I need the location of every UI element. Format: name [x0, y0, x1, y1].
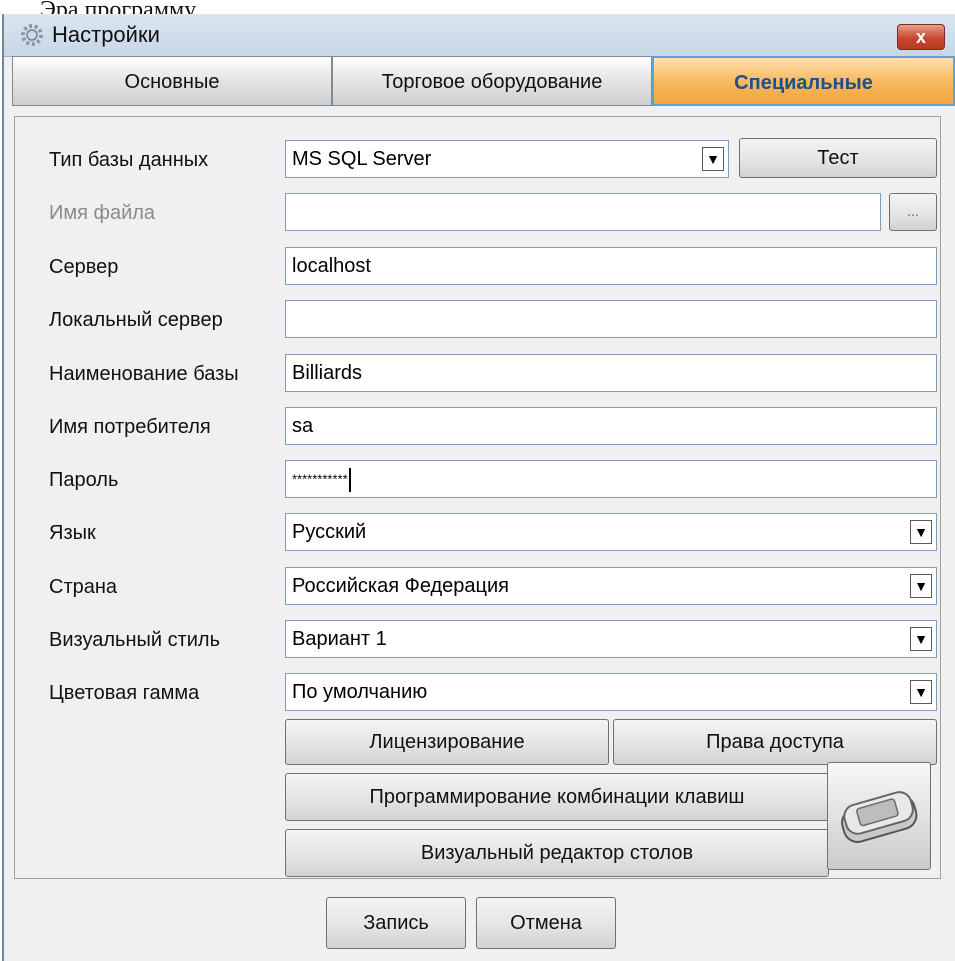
- tab-special[interactable]: Специальные: [652, 56, 955, 106]
- country-select[interactable]: Российская Федерация ▼: [285, 567, 937, 605]
- tab-general[interactable]: Основные: [12, 56, 332, 106]
- visual-style-label: Визуальный стиль: [49, 629, 221, 651]
- db-type-value: MS SQL Server: [292, 148, 432, 170]
- password-mask: ***********: [292, 471, 348, 487]
- settings-dialog: Настройки x Основные Торговое оборудован…: [2, 14, 955, 961]
- password-input[interactable]: ***********: [285, 460, 937, 498]
- tab-trade-equipment[interactable]: Торговое оборудование: [332, 56, 652, 106]
- browse-file-button[interactable]: ...: [889, 193, 937, 231]
- user-input[interactable]: sa: [285, 407, 937, 445]
- special-settings-panel: Тип базы данных MS SQL Server ▼ Тест Имя…: [14, 116, 941, 879]
- db-name-input[interactable]: Billiards: [285, 354, 937, 392]
- file-name-input[interactable]: [285, 193, 881, 231]
- chevron-down-icon[interactable]: ▼: [910, 680, 932, 704]
- table-editor-button[interactable]: Визуальный редактор столов: [285, 829, 829, 877]
- close-button[interactable]: x: [897, 24, 945, 50]
- color-scheme-label: Цветовая гамма: [49, 682, 200, 704]
- settings-gear-icon: [21, 24, 43, 46]
- text-cursor: [348, 467, 351, 492]
- country-value: Российская Федерация: [292, 575, 510, 597]
- window-title: Настройки: [52, 22, 160, 47]
- save-button[interactable]: Запись: [326, 897, 466, 949]
- db-type-label: Тип базы данных: [49, 149, 209, 171]
- licensing-button[interactable]: Лицензирование: [285, 719, 609, 765]
- country-label: Страна: [49, 576, 118, 598]
- title-bar[interactable]: Настройки x: [4, 14, 955, 57]
- chevron-down-icon[interactable]: ▼: [910, 574, 932, 598]
- touchpad-button[interactable]: [827, 762, 931, 870]
- local-server-label: Локальный сервер: [49, 309, 223, 331]
- language-value: Русский: [292, 521, 367, 543]
- cancel-button[interactable]: Отмена: [476, 897, 616, 949]
- color-scheme-select[interactable]: По умолчанию ▼: [285, 673, 937, 711]
- test-button[interactable]: Тест: [739, 138, 937, 178]
- chevron-down-icon[interactable]: ▼: [910, 520, 932, 544]
- access-rights-button[interactable]: Права доступа: [613, 719, 937, 765]
- password-label: Пароль: [49, 469, 119, 491]
- chevron-down-icon[interactable]: ▼: [702, 147, 724, 171]
- user-label: Имя потребителя: [49, 416, 211, 438]
- tab-strip: Основные Торговое оборудование Специальн…: [12, 56, 955, 106]
- color-scheme-value: По умолчанию: [292, 681, 428, 703]
- server-label: Сервер: [49, 256, 119, 278]
- touchpad-device-icon: [841, 791, 918, 843]
- key-combinations-button[interactable]: Программирование комбинации клавиш: [285, 773, 829, 821]
- db-name-label: Наименование базы: [49, 363, 239, 385]
- server-input[interactable]: localhost: [285, 247, 937, 285]
- language-select[interactable]: Русский ▼: [285, 513, 937, 551]
- file-name-label: Имя файла: [49, 202, 156, 224]
- language-label: Язык: [49, 522, 96, 544]
- db-type-select[interactable]: MS SQL Server ▼: [285, 140, 729, 178]
- visual-style-select[interactable]: Вариант 1 ▼: [285, 620, 937, 658]
- local-server-input[interactable]: [285, 300, 937, 338]
- visual-style-value: Вариант 1: [292, 628, 387, 650]
- chevron-down-icon[interactable]: ▼: [910, 627, 932, 651]
